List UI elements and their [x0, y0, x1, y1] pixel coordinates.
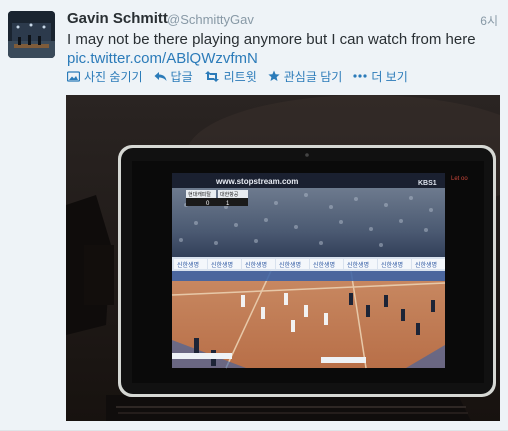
- more-label: 더 보기: [371, 69, 408, 84]
- star-icon: [268, 70, 280, 81]
- ad-board-label: 신한생명: [347, 261, 369, 269]
- more-button[interactable]: 더 보기: [353, 68, 408, 85]
- hide-photo-label: 사진 숨기기: [84, 69, 143, 84]
- reply-icon: [154, 71, 167, 81]
- favorite-label: 관심글 담기: [283, 69, 343, 84]
- user-name[interactable]: Gavin Schmitt: [67, 10, 168, 27]
- laptop-tv-scene: www.stopstream.com KBS1 Let oo 현대캐피탈 대한항…: [66, 95, 500, 421]
- ad-board-label: 신한생명: [211, 261, 233, 269]
- score-team-b: 대한항공: [220, 191, 239, 198]
- ad-board-label: 신한생명: [381, 261, 403, 269]
- ad-board-label: 신한생명: [177, 261, 199, 269]
- retweet-button[interactable]: 리트윗: [204, 68, 257, 85]
- favorite-button[interactable]: 관심글 담기: [268, 68, 343, 85]
- live-tag: Let oo: [451, 176, 468, 182]
- more-dots-icon: [353, 74, 367, 78]
- tweet-timestamp[interactable]: 6시: [480, 12, 498, 29]
- ad-board-label: 신한생명: [313, 261, 335, 269]
- ad-board-label: 신한생명: [415, 261, 437, 269]
- hide-photo-button[interactable]: 사진 숨기기: [67, 68, 143, 85]
- reply-button[interactable]: 답글: [154, 68, 193, 85]
- channel-logo: KBS1: [418, 180, 437, 187]
- tweet-text: I may not be there playing anymore but I…: [67, 31, 476, 48]
- tweet-actions: 사진 숨기기 답글 리트윗 관심글 담기 더 보기: [67, 67, 419, 85]
- stream-url-overlay: www.stopstream.com: [215, 177, 298, 186]
- photo-icon: [67, 70, 80, 82]
- avatar[interactable]: [8, 11, 55, 58]
- photo-link[interactable]: pic.twitter.com/ABlQWzvfmN: [67, 49, 258, 68]
- user-handle[interactable]: @SchmittyGav: [167, 12, 254, 27]
- retweet-label: 리트윗: [223, 69, 257, 84]
- retweet-icon: [204, 70, 219, 82]
- ad-board-label: 신한생명: [245, 261, 267, 269]
- reply-label: 답글: [170, 69, 193, 84]
- score-team-a: 현대캐피탈: [188, 191, 211, 198]
- tweet-photo[interactable]: www.stopstream.com KBS1 Let oo 현대캐피탈 대한항…: [66, 95, 500, 421]
- tweet: Gavin Schmitt @SchmittyGav 6시 I may not …: [0, 0, 508, 431]
- ad-board-label: 신한생명: [279, 261, 301, 269]
